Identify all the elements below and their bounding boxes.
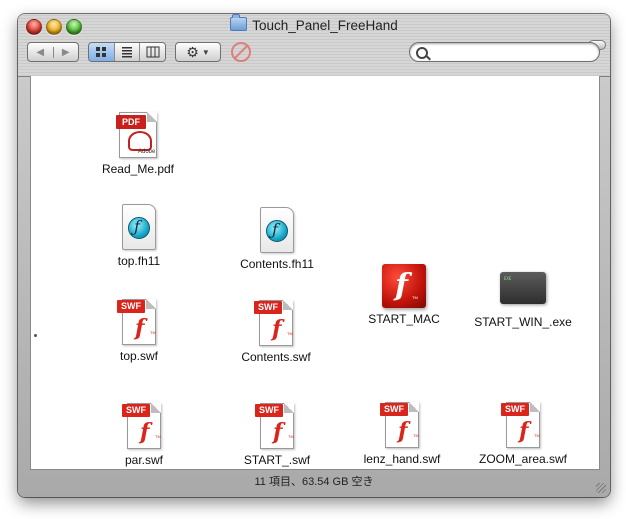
- file-name: top.fh11: [117, 254, 161, 268]
- file-name: START_.swf: [243, 453, 311, 467]
- file-item[interactable]: SWF f TM par.swf: [89, 403, 199, 467]
- freehand-document-icon: [260, 207, 294, 253]
- swf-icon: SWF f TM: [501, 402, 540, 448]
- file-item[interactable]: Contents.fh11: [222, 207, 332, 271]
- finder-window: Touch_Panel_FreeHand ◀ ▶ ⚙ ▼ PDF Adobe R…: [18, 14, 610, 497]
- status-bar: 11 項目、63.54 GB 空き: [18, 470, 610, 497]
- list-view-icon: [122, 47, 132, 58]
- swf-icon: SWF f TM: [380, 402, 419, 448]
- file-item[interactable]: SWF f TM top.swf: [84, 299, 194, 363]
- title-bar[interactable]: Touch_Panel_FreeHand ◀ ▶ ⚙ ▼: [18, 14, 610, 77]
- swf-icon: SWF f TM: [117, 299, 156, 345]
- freehand-document-icon: [122, 204, 156, 250]
- back-arrow-icon[interactable]: ◀: [28, 47, 53, 58]
- file-name: par.swf: [124, 453, 163, 467]
- column-view-button[interactable]: [139, 43, 165, 61]
- pdf-icon: PDF Adobe: [116, 112, 157, 158]
- file-item[interactable]: EXE START_WIN_.exe: [468, 272, 578, 329]
- action-menu-button[interactable]: ⚙ ▼: [175, 42, 221, 62]
- file-item[interactable]: PDF Adobe Read_Me.pdf: [83, 112, 193, 176]
- file-item[interactable]: top.fh11: [84, 204, 194, 268]
- sidebar-handle[interactable]: [34, 334, 37, 337]
- file-name: START_WIN_.exe: [474, 315, 572, 329]
- icon-view-icon: [96, 47, 107, 57]
- icon-view-button[interactable]: [89, 43, 114, 61]
- folder-icon: [230, 14, 248, 31]
- flash-app-icon: f TM: [382, 264, 426, 308]
- window-title: Touch_Panel_FreeHand: [252, 18, 398, 33]
- file-area[interactable]: PDF Adobe Read_Me.pdf top.fh11 Contents.…: [30, 76, 600, 470]
- file-name: START_MAC: [368, 312, 440, 326]
- file-name: top.swf: [119, 349, 158, 363]
- file-name: ZOOM_area.swf: [478, 452, 568, 466]
- file-item[interactable]: SWF f TM lenz_hand.swf: [347, 402, 457, 466]
- column-view-icon: [146, 46, 160, 58]
- gear-icon: ⚙: [186, 43, 199, 60]
- exe-icon: EXE: [500, 272, 546, 304]
- chevron-down-icon: ▼: [201, 47, 210, 57]
- window-title-area: Touch_Panel_FreeHand: [18, 14, 610, 33]
- swf-icon: SWF f TM: [255, 403, 294, 449]
- swf-icon: SWF f TM: [122, 403, 161, 449]
- back-forward-buttons: ◀ ▶: [27, 42, 79, 62]
- file-name: Contents.fh11: [240, 257, 314, 271]
- resize-handle[interactable]: [596, 483, 606, 493]
- search-input[interactable]: [432, 44, 596, 62]
- swf-icon: SWF f TM: [254, 300, 293, 346]
- view-mode-segment: [88, 42, 166, 62]
- search-icon: [416, 47, 428, 59]
- status-text: 11 項目、63.54 GB 空き: [254, 476, 374, 488]
- file-item[interactable]: SWF f TM START_.swf: [222, 403, 332, 467]
- forward-arrow-icon[interactable]: ▶: [52, 46, 79, 58]
- file-name: Contents.swf: [241, 350, 311, 364]
- file-item[interactable]: f TM START_MAC: [349, 264, 459, 326]
- list-view-button[interactable]: [113, 43, 140, 61]
- file-item[interactable]: SWF f TM ZOOM_area.swf: [468, 402, 578, 466]
- burn-disabled-icon[interactable]: [231, 42, 251, 62]
- file-item[interactable]: SWF f TM Contents.swf: [221, 300, 331, 364]
- search-field[interactable]: [409, 42, 600, 62]
- file-name: Read_Me.pdf: [101, 162, 175, 176]
- file-name: lenz_hand.swf: [363, 452, 441, 466]
